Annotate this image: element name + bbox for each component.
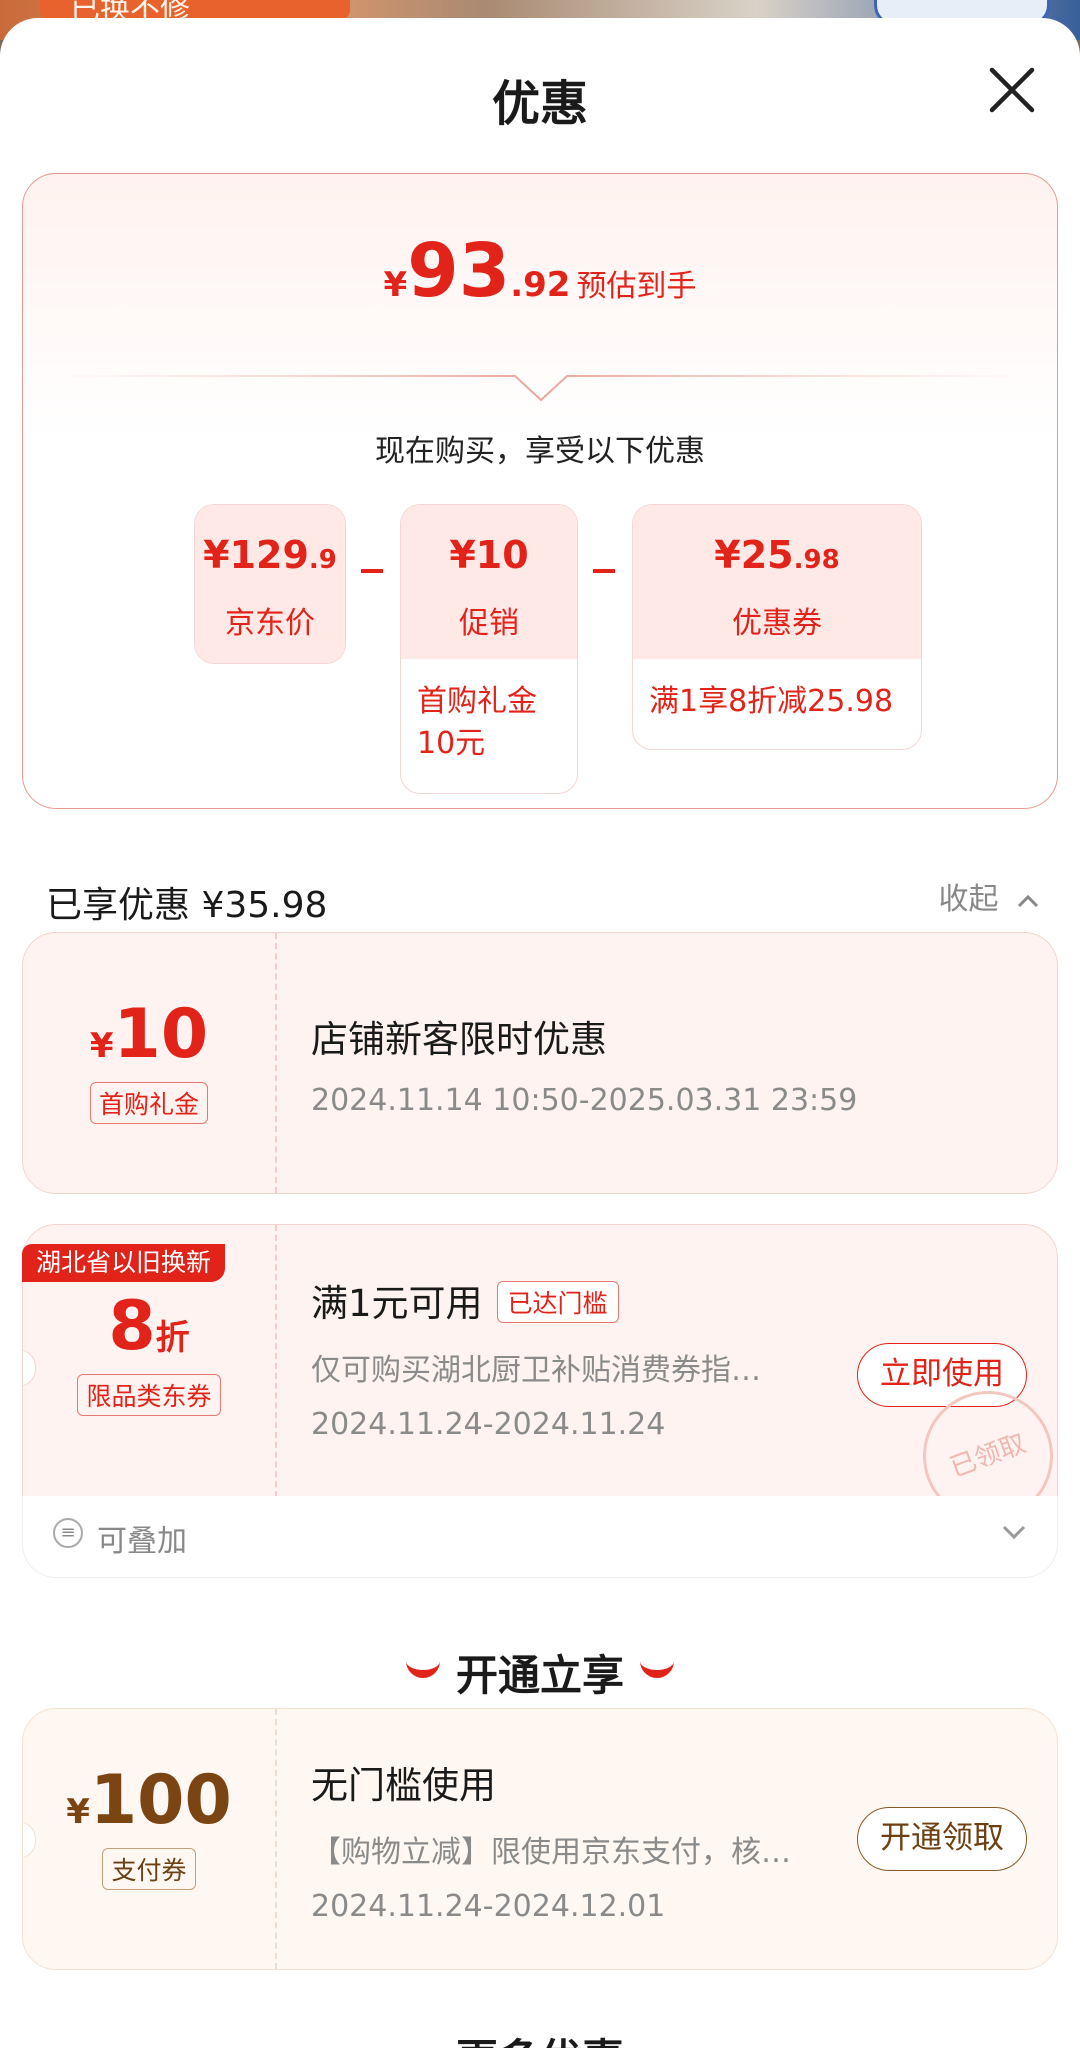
currency-symbol: ¥: [383, 265, 408, 305]
formula-jd-price: ¥129.9 京东价: [194, 504, 346, 664]
price-integer: 93: [407, 228, 511, 314]
minus-sign: [361, 569, 383, 573]
coupon-date: 2024.11.14 10:50-2025.03.31 23:59: [311, 1083, 858, 1118]
background-badge: 已换不修: [40, 0, 350, 27]
smile-decoration-left: [405, 1660, 440, 1678]
activate-claim-button[interactable]: 开通领取: [857, 1807, 1027, 1871]
formula-amount: ¥10: [449, 533, 529, 577]
discount-sheet: 优惠 ¥93.92 预估到手 现在购买，享受以下优惠 ¥129.9 京东价 ¥1…: [0, 18, 1080, 2048]
formula-detail: 首购礼金10元: [417, 684, 537, 761]
coupon-date: 2024.11.24-2024.12.01: [311, 1889, 666, 1924]
coupon-description: 仅可购买湖北厨卫补贴消费券指…: [311, 1353, 761, 1388]
chevron-down-icon: [1002, 1525, 1026, 1540]
coupon-description: 【购物立减】限使用京东支付，核…: [311, 1835, 791, 1870]
formula-amount: ¥129.9: [203, 533, 337, 577]
more-section-title: 更多优惠: [0, 2026, 1080, 2048]
smile-decoration-right: [640, 1660, 674, 1678]
coupon-separator: [275, 1225, 277, 1507]
formula-caption: 促销: [459, 606, 519, 641]
divider-pointer: [53, 375, 1029, 402]
estimated-price: ¥93.92 预估到手: [23, 228, 1057, 314]
price-decimal: .92: [510, 265, 571, 305]
enjoy-text: 现在购买，享受以下优惠: [375, 434, 705, 469]
coupon-title: 无门槛使用: [311, 1764, 496, 1807]
coupon-separator: [275, 933, 277, 1193]
region-ribbon: 湖北省以旧换新: [22, 1244, 226, 1282]
stackable-label: 可叠加: [97, 1524, 187, 1559]
coupon-type-tag: 限品类东券: [77, 1374, 221, 1416]
collapse-button[interactable]: 收起: [938, 874, 1040, 918]
price-label: 预估到手: [576, 269, 697, 304]
close-icon[interactable]: [984, 62, 1040, 118]
coupon-amount: 8折: [108, 1287, 190, 1366]
formula-coupon: ¥25.98 优惠券 满1享8折减25.98: [632, 504, 922, 750]
coupon-first-purchase: ¥10 首购礼金 店铺新客限时优惠 2024.11.14 10:50-2025.…: [22, 932, 1058, 1194]
stack-icon: ≡: [53, 1518, 83, 1548]
coupon-value: ¥10 首购礼金: [23, 933, 275, 1193]
coupon-type-tag: 支付券: [102, 1848, 196, 1890]
formula-amount: ¥25.98: [714, 533, 840, 577]
formula-caption: 京东价: [225, 606, 315, 641]
formula-promotion: ¥10 促销 首购礼金10元: [400, 504, 578, 794]
chevron-up-icon: [1017, 894, 1039, 907]
price-summary-card: ¥93.92 预估到手 现在购买，享受以下优惠 ¥129.9 京东价 ¥10 促…: [22, 173, 1058, 809]
threshold-reached-badge: 已达门槛: [496, 1281, 619, 1323]
sheet-title: 优惠: [491, 76, 588, 132]
formula-detail: 满1享8折减25.98: [649, 684, 894, 719]
formula-caption: 优惠券: [732, 606, 822, 641]
collapse-label: 收起: [938, 882, 999, 917]
stackable-row[interactable]: ≡ 可叠加: [22, 1496, 1058, 1578]
minus-sign: [593, 569, 615, 573]
coupon-separator: [275, 1709, 277, 1969]
coupon-title: 店铺新客限时优惠: [311, 1018, 607, 1061]
coupon-amount: ¥10: [89, 995, 209, 1074]
coupon-value: ¥100 支付券: [23, 1709, 275, 1969]
saved-total: 已享优惠 ¥35.98: [46, 885, 328, 926]
open-section-title: 开通立享: [0, 1642, 1080, 1703]
coupon-title: 满1元可用: [311, 1282, 483, 1325]
coupon-type-tag: 首购礼金: [89, 1082, 208, 1124]
coupon-payment: ¥100 支付券 无门槛使用 【购物立减】限使用京东支付，核… 2024.11.…: [22, 1708, 1058, 1970]
coupon-amount: ¥100: [66, 1761, 232, 1840]
